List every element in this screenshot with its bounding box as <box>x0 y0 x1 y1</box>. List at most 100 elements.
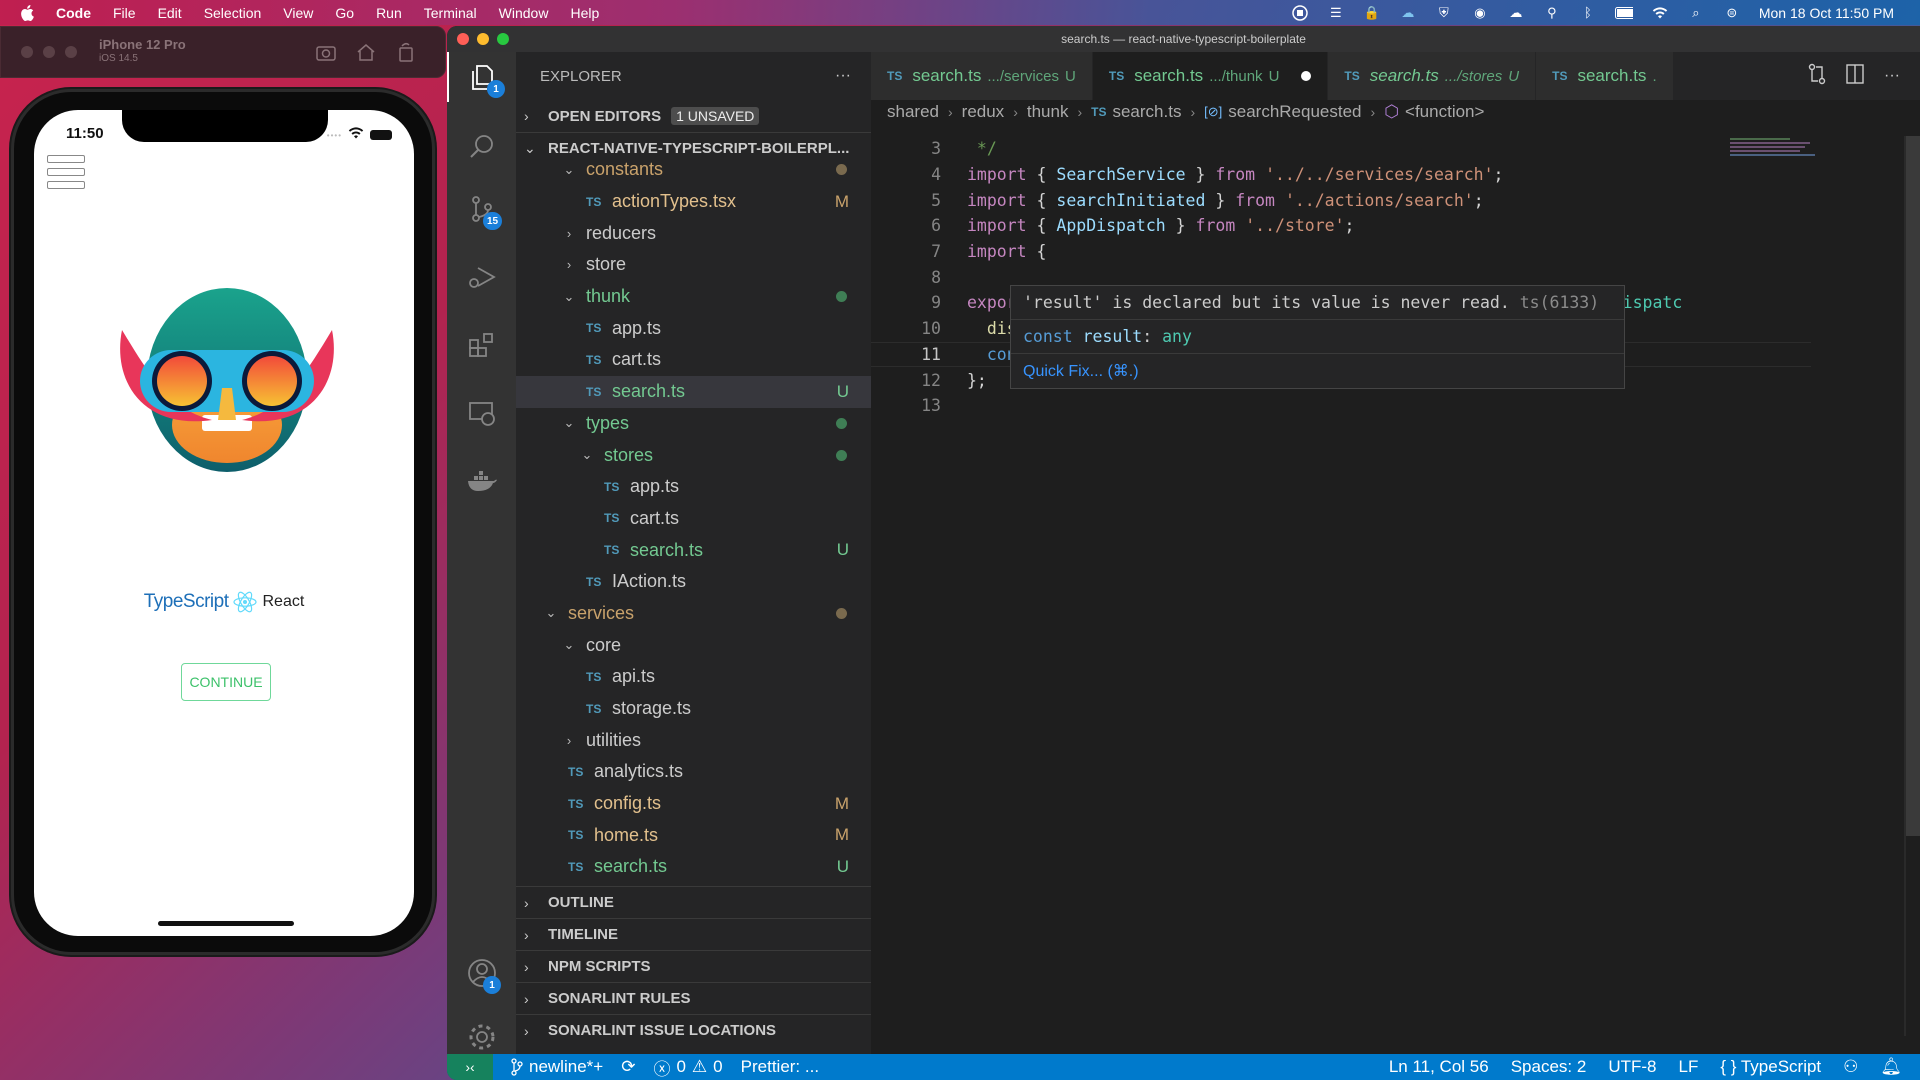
menubar-clock[interactable]: Mon 18 Oct 11:50 PM <box>1759 5 1894 21</box>
spotlight-key-icon[interactable]: ⚲ <box>1543 5 1561 21</box>
encoding-status[interactable]: UTF-8 <box>1608 1057 1656 1077</box>
source-control-icon[interactable]: 15 <box>447 184 516 234</box>
menu-selection[interactable]: Selection <box>204 5 262 21</box>
menu-terminal[interactable]: Terminal <box>424 5 477 21</box>
remote-explorer-icon[interactable] <box>447 388 516 438</box>
screen-record-icon[interactable] <box>1291 4 1309 21</box>
tree-folder[interactable]: ⌄ thunk <box>516 281 871 313</box>
tab-search-thunk[interactable]: TS search.ts .../thunk U <box>1092 52 1329 100</box>
breadcrumb-item[interactable]: search.ts <box>1112 102 1181 122</box>
problems-status[interactable]: ⓧ 0 ⚠ 0 <box>653 1055 722 1080</box>
wifi-icon[interactable] <box>1651 5 1669 21</box>
tree-file[interactable]: TS app.ts <box>516 471 871 503</box>
breadcrumb-item[interactable]: <function> <box>1405 102 1484 122</box>
indentation-status[interactable]: Spaces: 2 <box>1511 1057 1587 1077</box>
breadcrumb-item[interactable]: searchRequested <box>1228 102 1361 122</box>
menu-view[interactable]: View <box>283 5 313 21</box>
breadcrumb-item[interactable]: shared <box>887 102 939 122</box>
tree-file[interactable]: TS storage.ts <box>516 693 871 725</box>
tree-folder[interactable]: ⌄ core <box>516 629 871 661</box>
tree-file[interactable]: TS search.ts U <box>516 534 871 566</box>
code-line[interactable]: 5 import { searchInitiated } from '../act… <box>871 187 1811 213</box>
prettier-status[interactable]: Prettier: ... <box>741 1057 819 1077</box>
code-line[interactable]: 7 import { <box>871 239 1811 265</box>
code-line[interactable]: 13 <box>871 393 1811 419</box>
tree-folder[interactable]: › store <box>516 249 871 281</box>
continue-button[interactable]: CONTINUE <box>181 663 271 701</box>
eol-status[interactable]: LF <box>1678 1057 1698 1077</box>
onedrive-icon[interactable]: ☁ <box>1507 5 1525 21</box>
run-debug-icon[interactable] <box>447 252 516 302</box>
apple-icon[interactable] <box>20 4 36 21</box>
hamburger-menu-icon[interactable] <box>47 155 85 189</box>
tree-file[interactable]: TS config.ts M <box>516 788 871 820</box>
hover-error-code[interactable]: ts(6133) <box>1520 293 1599 312</box>
split-editor-icon[interactable] <box>1846 63 1864 89</box>
bluetooth-icon[interactable]: ᛒ <box>1579 5 1597 21</box>
extensions-icon[interactable] <box>447 320 516 370</box>
remote-indicator-icon[interactable]: ›‹ <box>447 1054 493 1080</box>
code-line[interactable]: 3 */ <box>871 136 1811 162</box>
list-icon[interactable]: ☰ <box>1327 5 1345 21</box>
tree-file[interactable]: TS IAction.ts <box>516 566 871 598</box>
minimize-window-button[interactable] <box>477 33 489 45</box>
tree-file[interactable]: TS analytics.ts <box>516 756 871 788</box>
tree-folder[interactable]: ⌄ constants <box>516 154 871 186</box>
tab-search-other[interactable]: TS search.ts . <box>1536 52 1674 100</box>
app-icon[interactable]: ◉ <box>1471 5 1489 21</box>
docker-icon[interactable] <box>447 456 516 506</box>
vertical-scrollbar[interactable] <box>1906 136 1920 836</box>
vpn-lock-icon[interactable]: 🔒 <box>1363 5 1381 21</box>
tree-file[interactable]: TS cart.ts <box>516 503 871 535</box>
sonarlint-rules-section[interactable]: › SONARLINT RULES <box>516 982 871 1014</box>
menu-help[interactable]: Help <box>570 5 599 21</box>
shield-check-icon[interactable]: ⛨ <box>1435 5 1453 21</box>
accounts-icon[interactable]: 1 <box>447 948 516 998</box>
home-indicator[interactable] <box>158 921 294 926</box>
simulator-window-controls[interactable] <box>21 46 77 58</box>
tree-file[interactable]: TS search.ts U <box>516 375 871 408</box>
tree-file[interactable]: TS cart.ts <box>516 344 871 376</box>
control-center-icon[interactable]: ⊜ <box>1723 5 1741 21</box>
close-window-button[interactable] <box>457 33 469 45</box>
maximize-window-button[interactable] <box>497 33 509 45</box>
minimap[interactable] <box>1730 136 1820 166</box>
tree-file[interactable]: TS api.ts <box>516 661 871 693</box>
cursor-position[interactable]: Ln 11, Col 56 <box>1389 1057 1489 1077</box>
npm-scripts-section[interactable]: › NPM SCRIPTS <box>516 950 871 982</box>
menu-file[interactable]: File <box>113 5 136 21</box>
unsaved-dot-icon[interactable] <box>1301 71 1312 81</box>
menu-edit[interactable]: Edit <box>158 5 182 21</box>
explorer-icon[interactable]: 1 <box>447 52 516 102</box>
feedback-icon[interactable]: ⚇ <box>1843 1057 1858 1077</box>
screenshot-icon[interactable] <box>315 41 337 63</box>
menu-run[interactable]: Run <box>376 5 402 21</box>
code-line[interactable]: 6 import { AppDispatch } from '../store'; <box>871 213 1811 239</box>
tree-folder[interactable]: ⌄ stores <box>516 439 871 471</box>
cloud-sync-icon[interactable]: ☁ <box>1399 5 1417 21</box>
battery-icon[interactable] <box>1614 5 1633 21</box>
search-view-icon[interactable] <box>447 122 516 172</box>
menu-window[interactable]: Window <box>499 5 549 21</box>
tree-file[interactable]: TS search.ts U <box>516 851 871 883</box>
quick-fix-link[interactable]: Quick Fix... (⌘.) <box>1023 363 1139 380</box>
open-editors-section[interactable]: › OPEN EDITORS 1 UNSAVED <box>516 100 871 132</box>
tab-search-services[interactable]: TS search.ts .../services U <box>871 52 1093 100</box>
open-changes-icon[interactable] <box>1808 63 1826 90</box>
tree-file[interactable]: TS home.ts M <box>516 819 871 851</box>
sync-icon[interactable]: ⟳ <box>621 1057 635 1077</box>
language-mode[interactable]: { } TypeScript <box>1720 1057 1821 1077</box>
outline-section[interactable]: › OUTLINE <box>516 886 871 918</box>
git-branch-status[interactable]: newline*+ <box>511 1057 603 1077</box>
explorer-more-actions-icon[interactable]: ··· <box>835 67 851 85</box>
tree-file[interactable]: TS app.ts <box>516 312 871 344</box>
tree-folder[interactable]: › utilities <box>516 724 871 756</box>
tab-search-stores[interactable]: TS search.ts .../stores U <box>1328 52 1537 100</box>
tree-folder[interactable]: ⌄ services <box>516 598 871 630</box>
tree-folder[interactable]: › reducers <box>516 217 871 249</box>
breadcrumb-item[interactable]: thunk <box>1027 102 1069 122</box>
search-icon[interactable]: ⌕ <box>1687 5 1705 21</box>
tree-file[interactable]: TS actionTypes.tsx M <box>516 186 871 218</box>
sonarlint-issue-locations-section[interactable]: › SONARLINT ISSUE LOCATIONS <box>516 1014 871 1046</box>
home-icon[interactable] <box>355 41 377 63</box>
